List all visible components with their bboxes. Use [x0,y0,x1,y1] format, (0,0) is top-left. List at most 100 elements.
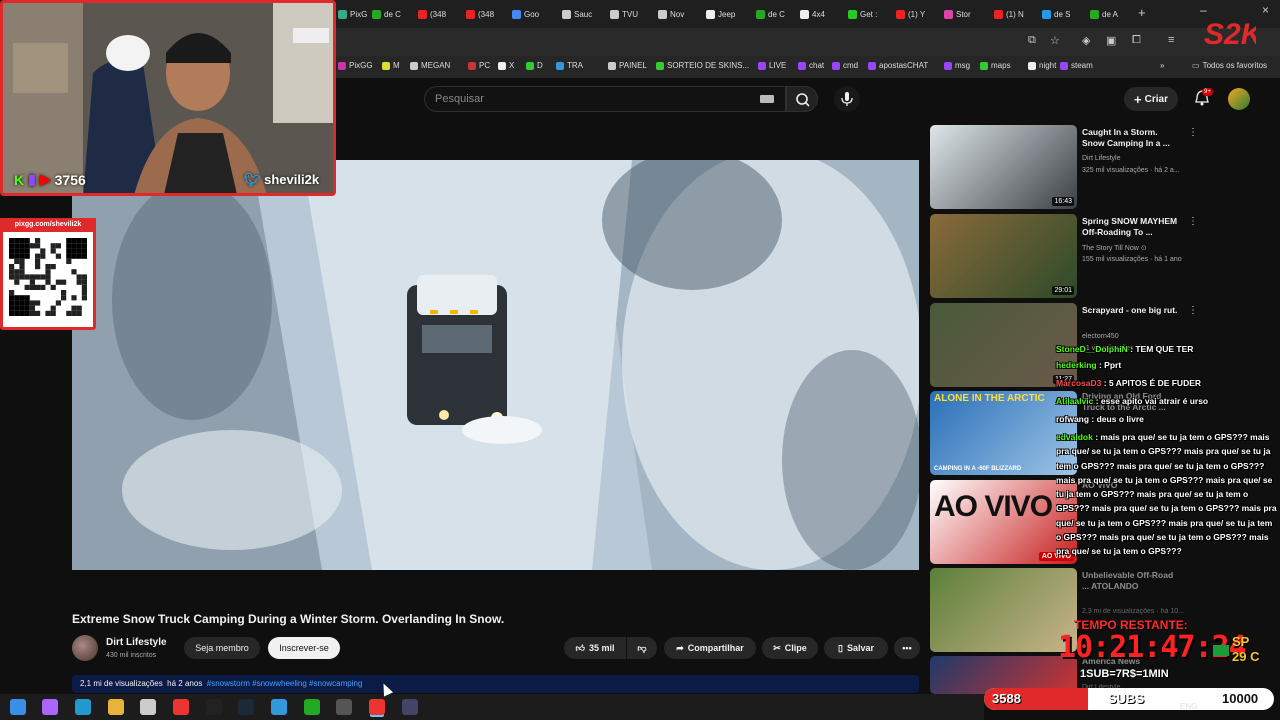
browser-tab[interactable]: Jeep [706,4,750,24]
file-explorer-icon[interactable] [108,699,124,715]
bookmark-item[interactable]: cmd [832,61,858,70]
recommendation-thumbnail[interactable]: AO VIVO AO VIVO [930,480,1077,564]
recommendation-thumbnail[interactable] [930,568,1077,652]
steam-icon[interactable] [238,699,254,715]
browser-tab[interactable]: Nov [658,4,702,24]
bookmark-item[interactable]: chat [798,61,824,70]
store-icon[interactable] [140,699,156,715]
bookmarks-folder[interactable]: ▭ Todos os favoritos [1192,61,1267,70]
bookmark-item[interactable]: M [382,61,400,70]
recommendation-thumbnail[interactable]: 11:27 [930,303,1077,387]
obs-icon[interactable] [402,699,418,715]
chrome-active-icon[interactable] [369,699,385,715]
hashtags[interactable]: #snowstorm #snowwheeling #snowcamping [207,679,363,688]
tiktok-icon[interactable] [206,699,222,715]
calculator-icon[interactable] [336,699,352,715]
recommendation-channel[interactable]: Dirt Lifestyle [1082,155,1121,162]
dislike-button[interactable]: 👎︎ [627,637,657,659]
extensions-puzzle-icon[interactable]: ⧠ [1132,34,1141,47]
share-button[interactable]: ➦ Compartilhar [664,637,756,659]
bookmark-star-icon[interactable]: ☆ [1050,34,1060,47]
browser-tab[interactable]: de S [1042,4,1086,24]
browser-tab[interactable]: de C [756,4,800,24]
recommendation-title[interactable]: Caught In a Storm. Snow Camping In a ... [1082,127,1182,149]
language-indicator[interactable]: ENG [1180,702,1197,711]
search-button[interactable] [786,86,818,112]
create-button[interactable]: + Criar [1124,87,1178,111]
install-app-icon[interactable]: ⧉ [1028,34,1036,47]
more-actions-button[interactable]: ••• [894,637,920,659]
browser-tab[interactable]: Stor [944,4,988,24]
recommendation-thumbnail[interactable]: 29:01 [930,214,1077,298]
search-input[interactable]: Pesquisar [424,86,786,112]
account-avatar[interactable] [1228,88,1250,110]
thumbs-up-icon: 👍︎ [575,642,585,653]
bookmark-item[interactable]: steam [1060,61,1093,70]
xbox-icon[interactable] [304,699,320,715]
video-player[interactable] [72,160,919,570]
more-options-icon[interactable]: ⋮ [1188,127,1198,138]
more-options-icon[interactable]: ⋮ [1188,305,1198,316]
tab-favicon-icon [896,9,905,19]
bookmark-item[interactable]: PixGG [338,61,373,70]
chrome-icon[interactable] [173,699,189,715]
windows-start-icon[interactable] [10,699,26,715]
bookmark-favicon-icon [608,61,616,70]
description-box[interactable]: 2,1 mi de visualizações há 2 anos #snows… [72,675,919,693]
keyboard-icon[interactable] [760,95,774,103]
recommendation-thumbnail[interactable]: 16:43 [930,125,1077,209]
bookmark-item[interactable]: X [498,61,514,70]
bookmark-item[interactable]: MEGAN [410,61,450,70]
recommendation-title[interactable]: Spring SNOW MAYHEM Off-Roading To ... [1082,216,1182,238]
bookmark-item[interactable]: msg [944,61,970,70]
recommendation-title[interactable]: Scrapyard - one big rut. [1082,305,1182,316]
bookmark-item[interactable]: PAINEL [608,61,647,70]
copilot-icon[interactable] [42,699,58,715]
join-membership-button[interactable]: Seja membro [184,637,260,659]
chat-text: : 5 APITOS É DE FUDER [1101,378,1202,388]
close-window-button[interactable]: × [1262,3,1269,17]
bookmark-item[interactable]: night [1028,61,1056,70]
browser-tab[interactable]: (1) Y [896,4,940,24]
recommendation-channel[interactable]: The Story Till Now ⊙ [1082,244,1147,252]
edge-icon[interactable] [75,699,91,715]
weather-temperature: 29 C [1232,649,1260,664]
browser-tab[interactable]: (1) N [994,4,1038,24]
bookmark-item[interactable]: maps [980,61,1011,70]
browser-tab[interactable]: 4x4 [800,4,844,24]
more-options-icon[interactable]: ⋮ [1188,216,1198,227]
reading-list-icon[interactable]: ≡ [1168,34,1174,46]
extension-icon[interactable]: ◈ [1082,34,1090,47]
channel-name[interactable]: Dirt Lifestyle [106,637,167,648]
save-button[interactable]: ▯ Salvar [824,637,888,659]
subscribe-button[interactable]: Inscrever-se [268,637,340,659]
browser-tab[interactable]: TVU [610,4,654,24]
extension-icon[interactable]: ▣ [1106,34,1116,47]
bookmark-item[interactable]: TRA [556,61,583,70]
browser-tab[interactable]: Sauc [562,4,606,24]
bookmark-item[interactable]: apostasCHAT [868,61,928,70]
bookmark-item[interactable]: LIVE [758,61,786,70]
browser-tab[interactable]: de C [372,4,416,24]
recommendation-channel[interactable]: electorn450 [1082,333,1119,340]
app-icon[interactable] [271,699,287,715]
bookmark-item[interactable]: SORTEIO DE SKINS... [656,61,749,70]
channel-avatar[interactable] [72,635,98,661]
new-tab-button[interactable]: + [1138,5,1146,20]
bookmark-item[interactable]: D [526,61,543,70]
browser-tab[interactable]: (348 [418,4,462,24]
recommendation-title[interactable]: Unbelievable Off-Road ... ATOLANDO [1082,570,1182,592]
recommendation-thumbnail[interactable]: ALONE IN THE ARCTIC CAMPING IN A -60F BLI… [930,391,1077,475]
more-bookmarks-icon[interactable]: » [1160,61,1164,70]
browser-tab[interactable]: (348 [466,4,510,24]
browser-tab[interactable]: Get : [848,4,892,24]
bookmark-item[interactable]: PC [468,61,490,70]
tab-favicon-icon [994,9,1003,19]
like-button[interactable]: 👍︎ 35 mil [564,637,626,659]
tab-favicon-icon [610,9,619,19]
voice-search-button[interactable] [834,86,860,112]
bookmark-favicon-icon [832,61,840,70]
browser-tab[interactable]: Goo [512,4,556,24]
clip-button[interactable]: ✂ Clipe [762,637,818,659]
browser-tab[interactable]: de A [1090,4,1134,24]
